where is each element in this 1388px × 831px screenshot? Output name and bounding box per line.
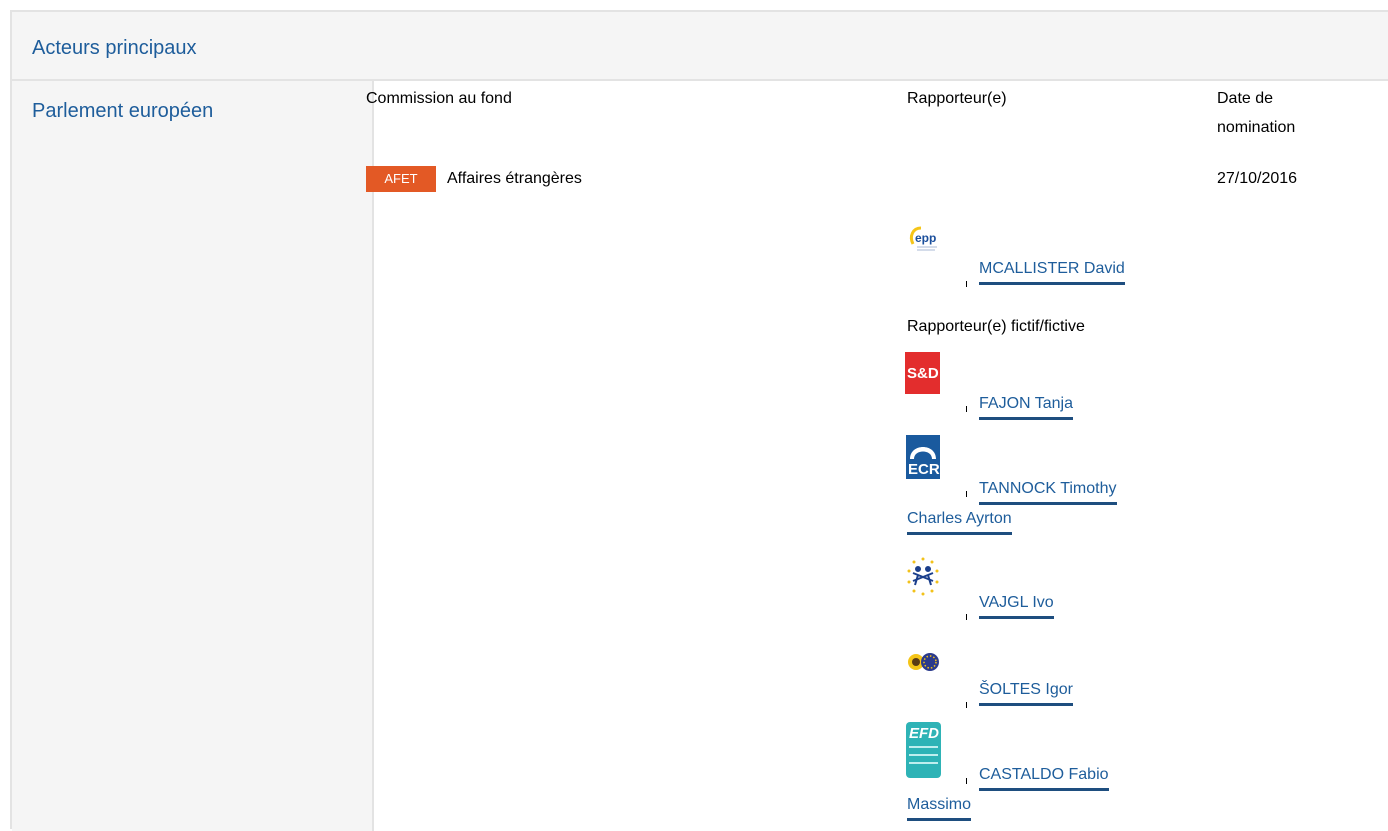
efdd-logo-icon: EFD: [906, 722, 941, 778]
icon-spacer: [966, 281, 967, 287]
icon-spacer: [966, 702, 967, 708]
section-header: Acteurs principaux: [12, 12, 1388, 81]
greens-efa-logo-icon: [905, 648, 941, 680]
svg-text:epp: epp: [915, 231, 936, 245]
shadow-link-soltes[interactable]: ŠOLTES Igor: [979, 679, 1073, 706]
institution-column: Parlement européen: [12, 81, 374, 831]
committee-column-header: Commission au fond: [366, 90, 512, 107]
committee-name: Affaires étrangères: [447, 170, 582, 187]
shadow-link-castaldo-line1[interactable]: CASTALDO Fabio: [979, 764, 1109, 791]
key-players-panel: Acteurs principaux Parlement européen: [10, 10, 1388, 831]
rapporteur-link[interactable]: MCALLISTER David: [979, 258, 1125, 285]
icon-spacer: [966, 614, 967, 620]
epp-logo-icon: epp: [907, 220, 939, 262]
shadow-link-tannock-line2[interactable]: Charles Ayrton: [907, 508, 1012, 535]
ecr-logo-icon: ECR: [906, 435, 940, 479]
alde-logo-icon: [905, 553, 941, 603]
icon-spacer: [966, 406, 967, 412]
icon-spacer: [966, 491, 967, 497]
date-column-header-line1: Date de: [1217, 90, 1274, 107]
section-title: Acteurs principaux: [32, 37, 197, 59]
institution-name: Parlement européen: [32, 100, 214, 122]
committee-badge: AFET: [366, 166, 436, 192]
icon-spacer: [966, 778, 967, 784]
shadow-link-tannock-line1[interactable]: TANNOCK Timothy: [979, 478, 1117, 505]
date-column-header-line2: nomination: [1217, 119, 1296, 136]
shadow-rapporteur-label: Rapporteur(e) fictif/fictive: [907, 318, 1085, 335]
shadow-link-fajon[interactable]: FAJON Tanja: [979, 393, 1073, 420]
nomination-date: 27/10/2016: [1217, 170, 1298, 187]
rapporteur-column-header: Rapporteur(e): [907, 90, 1007, 107]
sd-logo-icon: S&D: [905, 352, 940, 394]
shadow-link-castaldo-line2[interactable]: Massimo: [907, 794, 972, 821]
shadow-link-vajgl[interactable]: VAJGL Ivo: [979, 592, 1054, 619]
